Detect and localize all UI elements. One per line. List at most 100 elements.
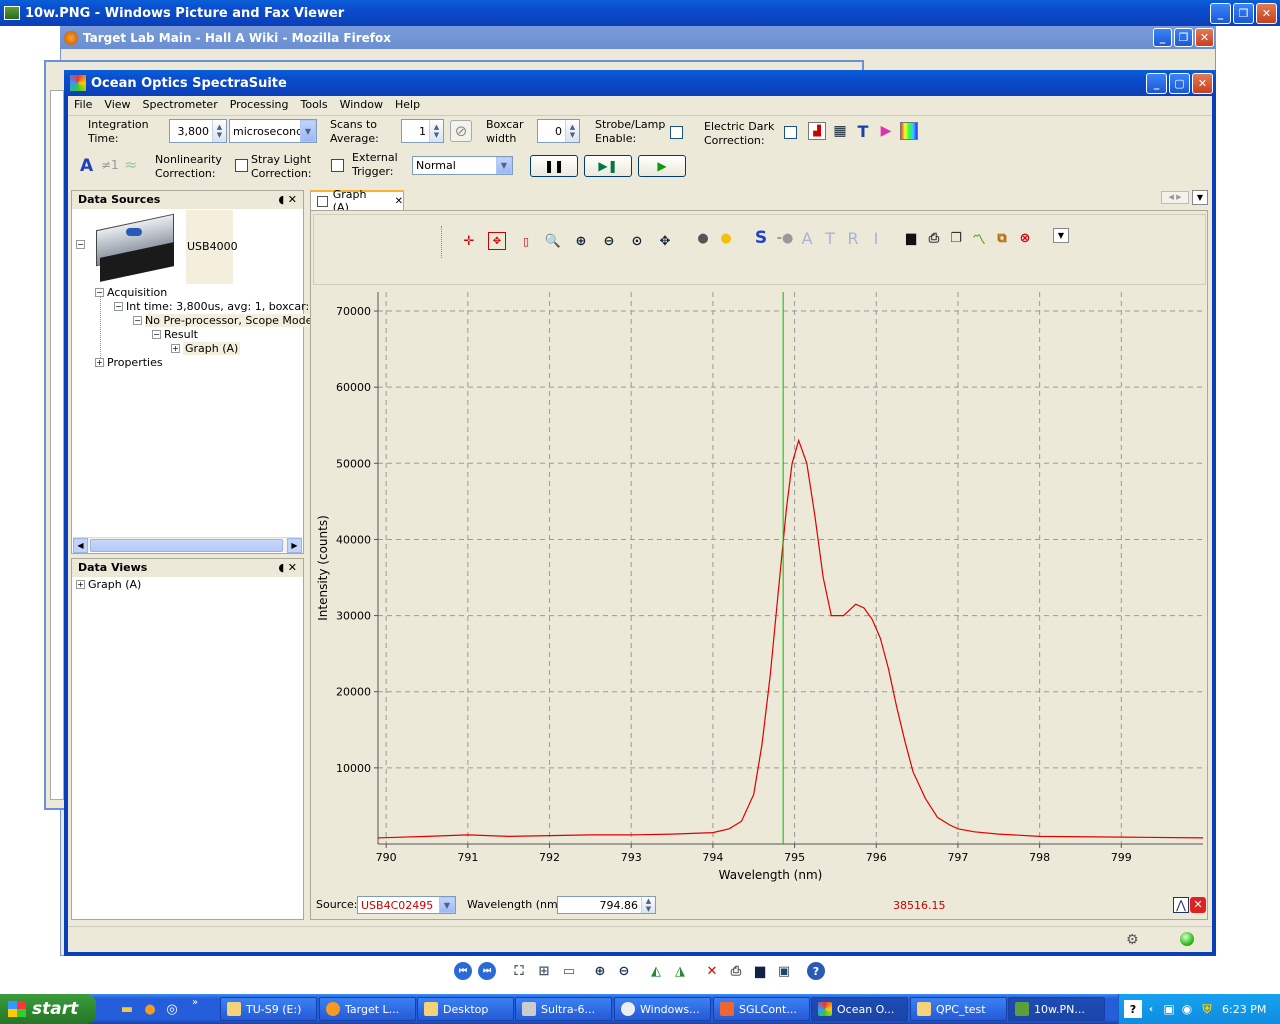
wavelength-spinner[interactable]: ▲ ▼	[641, 897, 655, 913]
irradiance-mode-icon[interactable]: I	[867, 229, 885, 248]
save-icon[interactable]: ▆	[902, 229, 920, 247]
scans-spinner[interactable]: ▲ ▼	[429, 120, 443, 142]
tab-list-chevron-icon[interactable]: ▼	[1192, 190, 1208, 205]
zoom-in-icon[interactable]: ⊕	[572, 232, 590, 250]
spectrasuite-titlebar[interactable]: Ocean Optics SpectraSuite _ ▢ ✕	[64, 70, 1216, 96]
tray-security-icon[interactable]: ◉	[1178, 1000, 1196, 1018]
tree-properties[interactable]: + Properties	[95, 356, 163, 369]
fit-all-icon[interactable]: ✥	[488, 232, 506, 250]
tree-graph[interactable]: + Graph (A)	[171, 342, 241, 355]
taskbar-item-desktop[interactable]: Desktop	[417, 997, 514, 1021]
data-views-controls[interactable]: ◖ ✕	[278, 561, 297, 575]
quicklaunch-explorer-icon[interactable]: ▬	[118, 1000, 136, 1018]
text-view-icon[interactable]: T	[854, 122, 872, 141]
pan-icon[interactable]: ✥	[656, 232, 674, 250]
data-views-graph[interactable]: + Graph (A)	[76, 578, 141, 591]
delete-overlay-icon[interactable]: ⊗	[1016, 229, 1034, 247]
firefox-maximize-button[interactable]: ❐	[1174, 28, 1193, 47]
zoom-reset-icon[interactable]: ⊙	[628, 232, 646, 250]
print-icon[interactable]: ⎙	[925, 229, 943, 247]
pause-button[interactable]: ❚❚	[530, 155, 578, 177]
taskbar-item-windows[interactable]: Windows...	[614, 997, 711, 1021]
tree-preprocessor[interactable]: − No Pre-processor, Scope Mode	[133, 314, 315, 327]
taskbar-item-target-lab[interactable]: Target L...	[319, 997, 416, 1021]
edit-image-icon[interactable]: ▣	[775, 962, 793, 980]
wave-icon[interactable]: ≈	[124, 155, 137, 174]
graph-toolbar-menu-icon[interactable]: ▼	[1053, 228, 1069, 243]
tree-collapse-device[interactable]: −	[76, 240, 88, 249]
firefox-close-button[interactable]: ✕	[1195, 28, 1214, 47]
close-button[interactable]: ✕	[1256, 2, 1277, 24]
firefox-titlebar[interactable]: Target Lab Main - Hall A Wiki - Mozilla …	[60, 26, 1216, 49]
source-chevron-down-icon[interactable]: ▼	[439, 897, 455, 913]
slideshow-icon[interactable]: ▭	[560, 962, 578, 980]
picture-viewer-titlebar[interactable]: 10w.PNG - Windows Picture and Fax Viewer…	[0, 0, 1280, 26]
minimize-button[interactable]: _	[1210, 2, 1231, 24]
color-view-icon[interactable]: ▶	[877, 122, 895, 140]
light-bulb-icon[interactable]: ●	[717, 229, 735, 247]
zoom-box-icon[interactable]: 🔍	[544, 232, 562, 250]
not-equal-icon[interactable]: ≠1	[101, 158, 119, 172]
crosshair-icon[interactable]: ✛	[460, 232, 478, 250]
panel-controls[interactable]: ◖ ✕	[278, 193, 297, 207]
menu-file[interactable]: File	[74, 98, 92, 114]
graph-view-icon[interactable]: ▟	[808, 122, 826, 140]
rotate-clockwise-icon[interactable]: ◭	[647, 962, 665, 980]
best-fit-icon[interactable]: ⛶	[510, 962, 528, 980]
graph-tab[interactable]: Graph (A) ✕	[310, 188, 404, 214]
maximize-button[interactable]: ❐	[1233, 2, 1254, 24]
copy-icon[interactable]: ❐	[947, 229, 965, 247]
nonlinearity-checkbox[interactable]	[235, 159, 248, 172]
integration-time-spinner[interactable]: ▲ ▼	[212, 120, 226, 142]
export-icon[interactable]: ⧉	[993, 229, 1011, 247]
fit-vertical-icon[interactable]: ▯	[517, 232, 535, 250]
taskbar-item-10w-png[interactable]: 10w.PN...	[1008, 997, 1105, 1021]
stray-light-checkbox[interactable]	[331, 159, 344, 172]
rotate-counterclockwise-icon[interactable]: ◮	[671, 962, 689, 980]
dark-bulb-icon[interactable]: ●	[694, 229, 712, 247]
status-gear-icon[interactable]: ⚙	[1126, 932, 1139, 948]
quicklaunch-browser-icon[interactable]: ◎	[163, 1000, 181, 1018]
menu-help[interactable]: Help	[395, 98, 420, 114]
quicklaunch-firefox-icon[interactable]: ●	[141, 1000, 159, 1018]
tree-result[interactable]: − Result	[152, 328, 198, 341]
scrollbar-thumb[interactable]	[90, 539, 283, 552]
table-view-icon[interactable]: ▦	[831, 122, 849, 140]
quicklaunch-more-icon[interactable]: »	[192, 997, 198, 1008]
previous-image-icon[interactable]: ⏮	[454, 962, 472, 980]
scope-mode-icon[interactable]: S	[752, 228, 770, 248]
boxcar-spinner[interactable]: ▲ ▼	[565, 120, 579, 142]
auto-scale-icon[interactable]: A	[80, 156, 93, 176]
transmission-mode-icon[interactable]: T	[821, 229, 839, 248]
next-image-icon[interactable]: ⏭	[478, 962, 496, 980]
taskbar-item-ocean-optics[interactable]: Ocean O...	[811, 997, 908, 1021]
taskbar-item-tu-s9[interactable]: TU-S9 (E:)	[220, 997, 317, 1021]
tray-help-icon[interactable]: ?	[1124, 1000, 1142, 1018]
electric-dark-checkbox[interactable]	[784, 126, 797, 139]
taskbar-item-sultra[interactable]: Sultra-6...	[515, 997, 612, 1021]
delete-icon[interactable]: ✕	[703, 962, 721, 980]
actual-size-icon[interactable]: ⊞	[535, 962, 553, 980]
app-maximize-button[interactable]: ▢	[1169, 72, 1190, 94]
tray-shield-icon[interactable]: ⛨	[1198, 1000, 1216, 1018]
taskbar-item-sglcont[interactable]: SGLCont...	[713, 997, 810, 1021]
viewer-zoom-in-icon[interactable]: ⊕	[591, 962, 609, 980]
help-icon[interactable]: ?	[807, 962, 825, 980]
spectrum-view-icon[interactable]	[900, 122, 918, 140]
tab-scroll-arrows[interactable]: ◀ ▶	[1161, 191, 1189, 204]
menu-tools[interactable]: Tools	[300, 98, 327, 114]
firefox-minimize-button[interactable]: _	[1153, 28, 1172, 47]
zoom-out-icon[interactable]: ⊖	[600, 232, 618, 250]
reference-bulb-icon[interactable]: -●	[776, 229, 794, 247]
start-button[interactable]: start	[0, 994, 96, 1024]
peak-icon[interactable]: ⋀	[1173, 897, 1189, 913]
viewer-save-icon[interactable]: ▆	[751, 962, 769, 980]
overlay-icon[interactable]: 〽	[970, 229, 988, 248]
device-label[interactable]: USB4000	[187, 240, 238, 253]
tray-expand-icon[interactable]: ‹	[1142, 1000, 1160, 1018]
reflection-mode-icon[interactable]: R	[844, 229, 862, 248]
menu-spectrometer[interactable]: Spectrometer	[143, 98, 218, 114]
chevron-down-icon[interactable]: ▼	[300, 120, 316, 142]
tree-acquisition[interactable]: − Acquisition	[95, 286, 167, 299]
close-cursor-icon[interactable]: ✕	[1190, 897, 1206, 913]
